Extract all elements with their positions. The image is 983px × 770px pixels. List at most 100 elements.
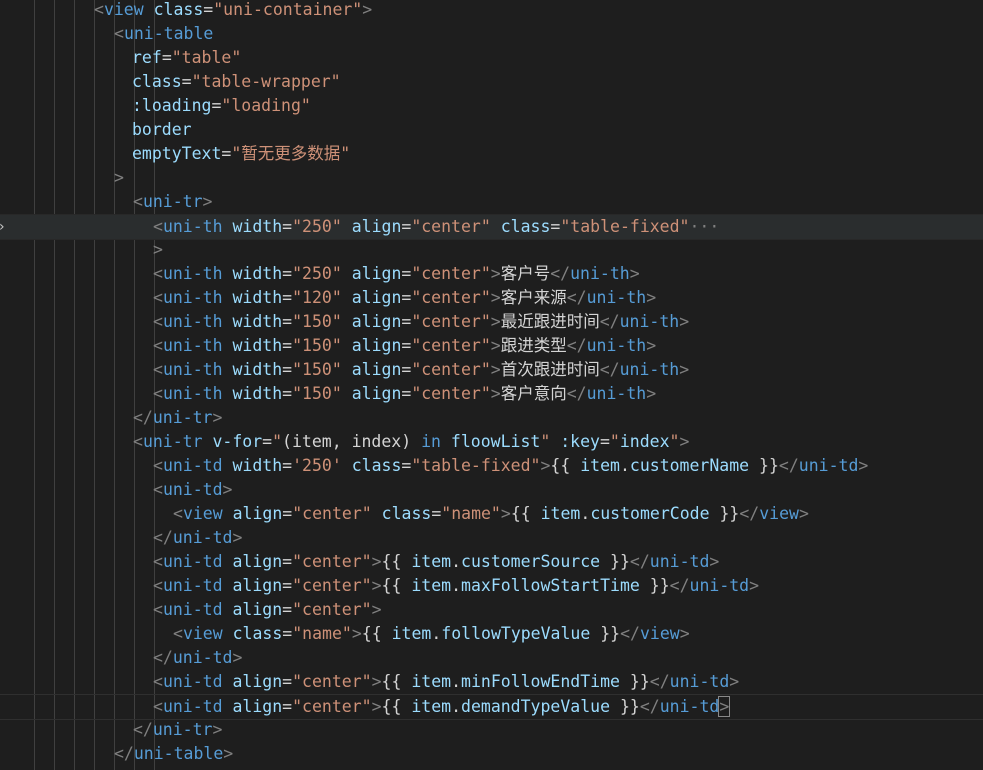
- code-token: uni-td: [659, 697, 720, 716]
- code-line[interactable]: <uni-th width="150" align="center">跟进类型<…: [0, 334, 983, 358]
- code-token: uni-th: [162, 264, 223, 283]
- code-token: "150": [292, 336, 342, 355]
- code-line[interactable]: </uni-tr>: [0, 406, 983, 430]
- code-token: </: [133, 408, 153, 427]
- code-token: "center": [411, 312, 491, 331]
- code-line[interactable]: </uni-td>: [0, 646, 983, 670]
- code-line[interactable]: <uni-td align="center">{{ item.maxFollow…: [0, 574, 983, 598]
- code-token: "center": [292, 697, 372, 716]
- code-token: =: [401, 456, 412, 475]
- code-token: <: [153, 336, 163, 355]
- code-token: uni-td: [162, 697, 223, 716]
- code-token: >: [232, 648, 243, 667]
- code-text: <uni-th width="150" align="center">最近跟进时…: [153, 310, 689, 334]
- code-token: uni-td: [162, 672, 223, 691]
- code-token: >: [351, 624, 362, 643]
- code-token: =: [211, 96, 222, 115]
- code-token: "table-fixed": [560, 217, 690, 236]
- code-token: <: [153, 480, 163, 499]
- code-line[interactable]: emptyText="暂无更多数据": [0, 142, 983, 166]
- code-line[interactable]: <uni-th width="120" align="center">客户来源<…: [0, 286, 983, 310]
- code-text: <uni-td align="center">: [153, 598, 382, 622]
- code-token: customerName: [629, 456, 750, 475]
- code-line[interactable]: <uni-th width="150" align="center">首次跟进时…: [0, 358, 983, 382]
- code-token: "暂无更多数据": [231, 144, 351, 163]
- code-line[interactable]: <view align="center" class="name">{{ ite…: [0, 502, 983, 526]
- code-token: class: [500, 217, 551, 236]
- code-line[interactable]: <uni-td align="center">{{ item.customerS…: [0, 550, 983, 574]
- code-line[interactable]: <uni-td align="center">{{ item.minFollow…: [0, 670, 983, 694]
- code-token: <: [133, 192, 143, 211]
- code-line[interactable]: <uni-th width="250" align="center">客户号</…: [0, 262, 983, 286]
- code-line[interactable]: <uni-td>: [0, 478, 983, 502]
- code-token: align: [232, 576, 283, 595]
- code-token: <: [153, 288, 163, 307]
- code-line[interactable]: >: [0, 166, 983, 190]
- code-line[interactable]: border: [0, 118, 983, 142]
- code-token: align: [232, 672, 283, 691]
- code-line[interactable]: <uni-th width="150" align="center">客户意向<…: [0, 382, 983, 406]
- code-line[interactable]: </uni-td>: [0, 526, 983, 550]
- code-token: item: [391, 624, 432, 643]
- code-line[interactable]: ref="table": [0, 46, 983, 70]
- code-line[interactable]: :loading="loading": [0, 94, 983, 118]
- code-token: =: [221, 144, 232, 163]
- code-token: uni-tr: [152, 408, 213, 427]
- code-line[interactable]: <uni-td width='250' class="table-fixed">…: [0, 454, 983, 478]
- code-token: >: [490, 336, 501, 355]
- code-token: =: [161, 48, 172, 67]
- code-line[interactable]: <uni-table: [0, 22, 983, 46]
- code-token: =: [282, 672, 293, 691]
- code-token: >: [679, 432, 690, 451]
- code-token: width: [232, 384, 283, 403]
- chevron-right-icon[interactable]: ›: [0, 215, 9, 239]
- code-line[interactable]: >: [0, 238, 983, 262]
- code-token: uni-th: [586, 288, 647, 307]
- code-token: </: [133, 720, 153, 739]
- code-token: 客户来源: [500, 288, 567, 307]
- code-token: =: [401, 384, 412, 403]
- code-token: {{: [550, 456, 581, 475]
- code-line[interactable]: ›<uni-th width="250" align="center" clas…: [0, 214, 983, 240]
- code-text: class="table-wrapper": [132, 70, 341, 94]
- code-token: <: [114, 24, 124, 43]
- code-token: align: [232, 697, 283, 716]
- code-token: <: [133, 432, 143, 451]
- code-token: =: [282, 552, 293, 571]
- code-line[interactable]: <uni-tr v-for="(item, index) in floowLis…: [0, 430, 983, 454]
- code-token: width: [232, 456, 283, 475]
- code-token: "150": [292, 360, 342, 379]
- code-editor[interactable]: <view class="uni-container"> <uni-table re…: [0, 0, 983, 770]
- code-token: uni-td: [162, 480, 223, 499]
- code-token: </: [599, 360, 620, 379]
- code-line[interactable]: <uni-td align="center">{{ item.demandTyp…: [0, 694, 983, 720]
- code-line[interactable]: <uni-td align="center">: [0, 598, 983, 622]
- code-line[interactable]: <uni-th width="150" align="center">最近跟进时…: [0, 310, 983, 334]
- code-token: ": [540, 432, 551, 451]
- code-token: </: [649, 672, 670, 691]
- code-token: </: [153, 528, 173, 547]
- code-token: >: [232, 528, 243, 547]
- code-line[interactable]: </uni-table>: [0, 742, 983, 766]
- code-token: uni-td: [162, 552, 223, 571]
- code-token: <: [153, 384, 163, 403]
- code-token: emptyText: [132, 144, 222, 163]
- code-text: <uni-th width="150" align="center">跟进类型<…: [153, 334, 656, 358]
- code-token: uni-td: [162, 600, 223, 619]
- code-token: {{: [381, 552, 412, 571]
- code-line[interactable]: </uni-tr>: [0, 718, 983, 742]
- code-line[interactable]: class="table-wrapper": [0, 70, 983, 94]
- code-token: >: [371, 600, 382, 619]
- code-line[interactable]: <view class="uni-container">: [0, 0, 983, 22]
- code-token: view: [182, 504, 223, 523]
- code-token: >: [490, 384, 501, 403]
- code-token: uni-th: [619, 312, 680, 331]
- code-line[interactable]: <view class="name">{{ item.followTypeVal…: [0, 622, 983, 646]
- code-token: </: [629, 552, 650, 571]
- code-token: =: [282, 384, 293, 403]
- code-token: </: [669, 576, 690, 595]
- code-line[interactable]: <uni-tr>: [0, 190, 983, 214]
- code-token: >: [629, 264, 640, 283]
